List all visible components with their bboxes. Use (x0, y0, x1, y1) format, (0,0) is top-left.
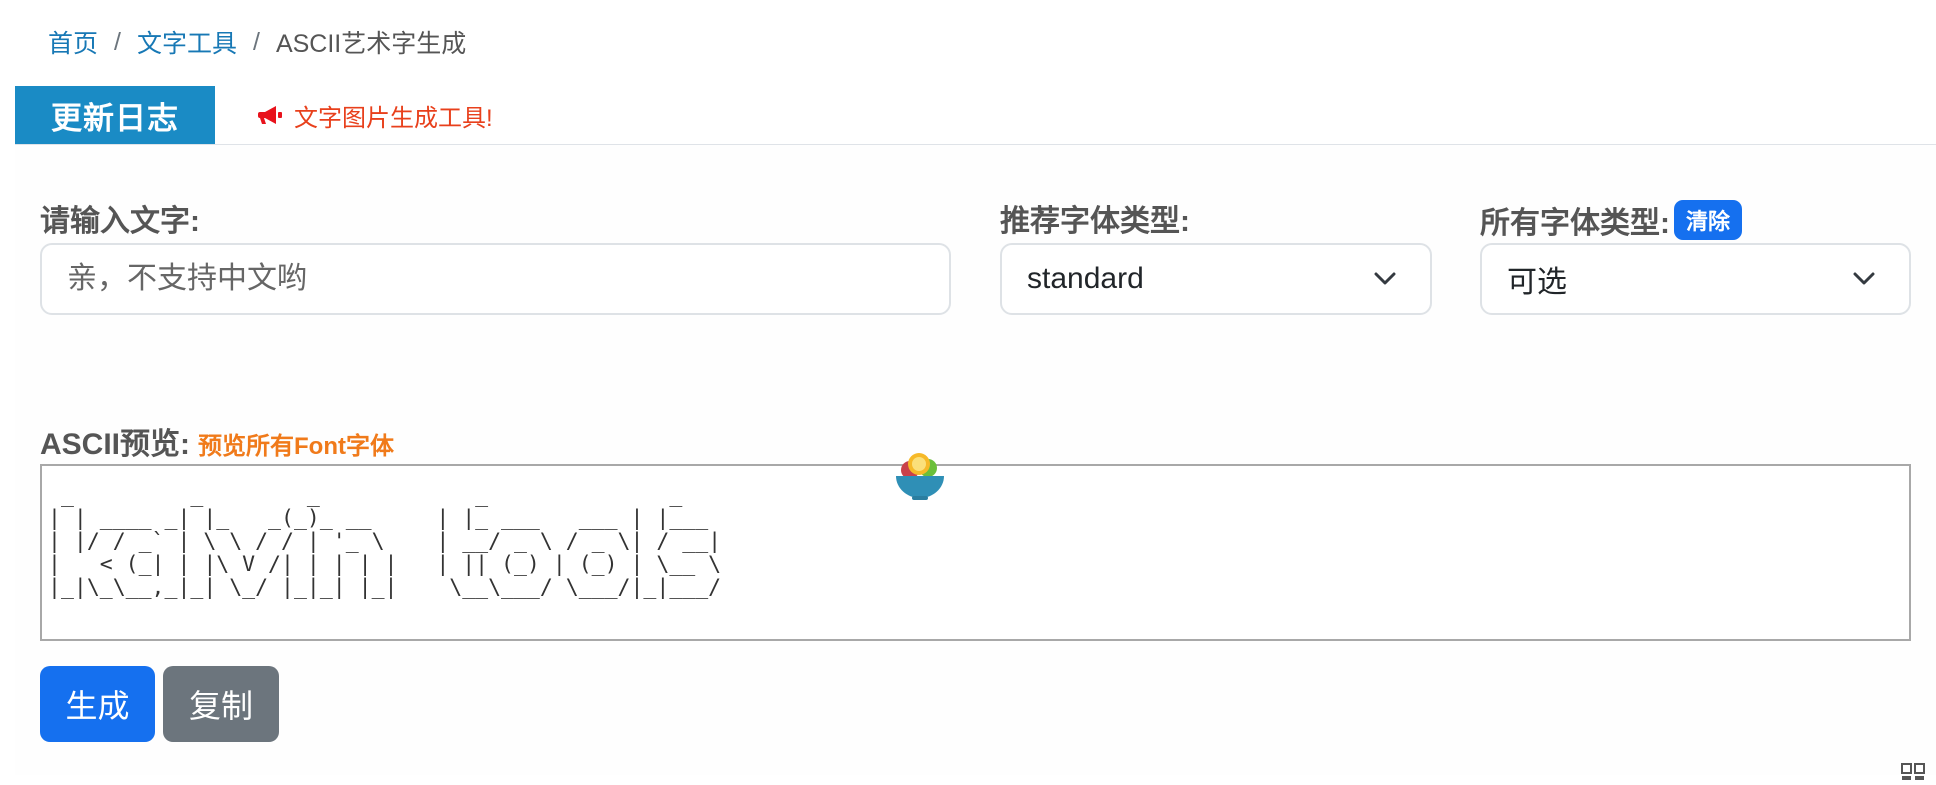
breadcrumb-home-link[interactable]: 首页 (48, 24, 98, 60)
ascii-preview-label: ASCII预览: (40, 428, 190, 461)
ascii-preview-box[interactable]: _ _ _ _ _ | | ____ _| |_ _(_)_ __ | |_ _… (40, 464, 1911, 641)
qr-code-icon[interactable] (1901, 762, 1927, 780)
text-input[interactable] (42, 262, 949, 296)
clear-badge-button[interactable]: 清除 (1674, 200, 1743, 240)
all-fonts-label: 所有字体类型: (1480, 207, 1670, 240)
all-fonts-value: 可选 (1507, 266, 1567, 299)
recommended-font-select[interactable]: standard (1000, 243, 1432, 315)
page: 首页 / 文字工具 / ASCII艺术字生成 更新日志 文字图片生成工具! 请输… (0, 0, 1936, 780)
changelog-tag[interactable]: 更新日志 (15, 86, 215, 144)
breadcrumb-category-link[interactable]: 文字工具 (137, 24, 237, 60)
preview-all-fonts-link[interactable]: 预览所有Font字体 (198, 426, 394, 461)
ascii-preview-label-row: ASCII预览: 预览所有Font字体 (40, 419, 394, 463)
breadcrumb: 首页 / 文字工具 / ASCII艺术字生成 (48, 22, 466, 62)
chevron-down-icon (1849, 264, 1879, 294)
all-fonts-label-row: 所有字体类型: 清除 (1480, 198, 1743, 242)
notice-message-text: 文字图片生成工具! (294, 104, 493, 132)
text-input-wrapper (40, 243, 951, 315)
chevron-down-icon (1370, 264, 1400, 294)
fruit-bowl-icon (890, 448, 950, 508)
text-input-label: 请输入文字: (40, 205, 200, 238)
recommended-font-label: 推荐字体类型: (1000, 205, 1190, 238)
megaphone-icon (258, 104, 284, 126)
generate-button[interactable]: 生成 (40, 666, 155, 742)
ascii-preview-text: _ _ _ _ _ | | ____ _| |_ _(_)_ __ | |_ _… (48, 483, 722, 600)
breadcrumb-separator: / (114, 27, 121, 56)
breadcrumb-separator: / (252, 27, 260, 56)
recommended-font-value: standard (1027, 262, 1144, 295)
notice-message-link[interactable]: 文字图片生成工具! (258, 86, 493, 144)
notice-bar: 更新日志 文字图片生成工具! (15, 86, 1936, 145)
copy-button[interactable]: 复制 (163, 666, 279, 742)
breadcrumb-current: ASCII艺术字生成 (275, 30, 467, 58)
all-fonts-select[interactable]: 可选 (1480, 243, 1911, 315)
